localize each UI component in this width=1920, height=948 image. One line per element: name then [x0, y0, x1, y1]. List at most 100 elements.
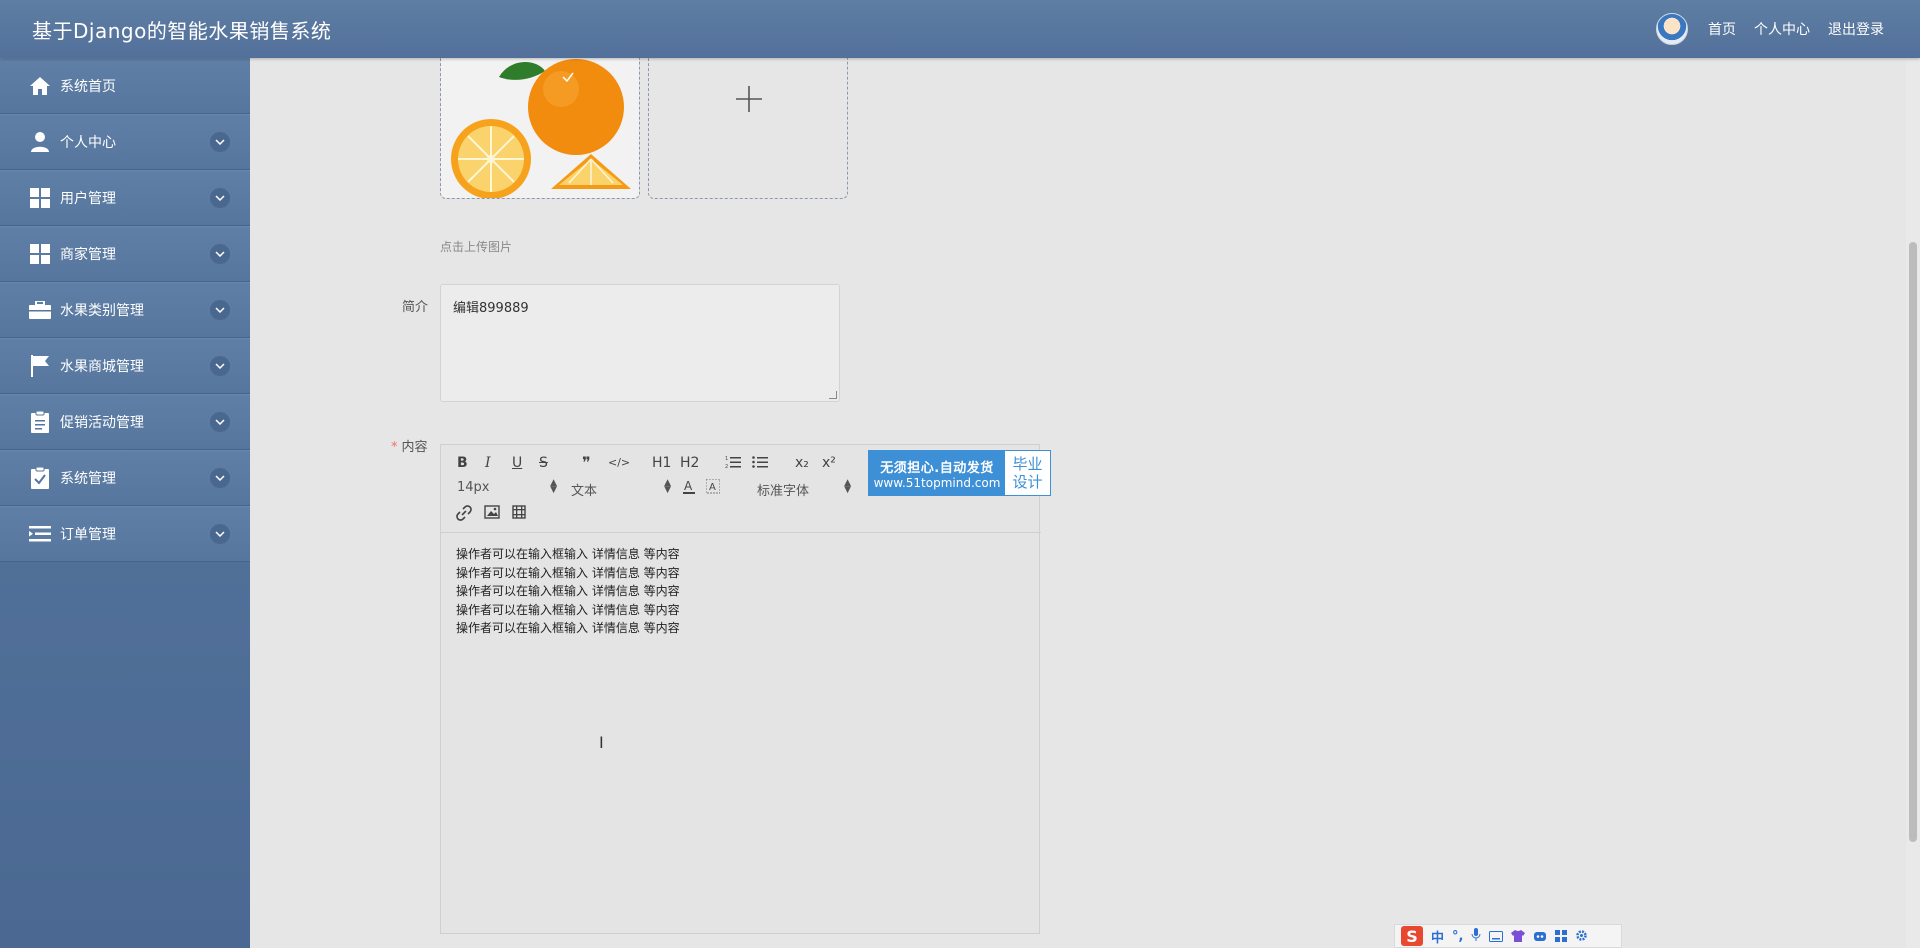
ime-punct[interactable]: °,: [1452, 929, 1463, 944]
font-family-select[interactable]: 标准字体 ▲ ▼: [757, 479, 851, 500]
ordered-list-icon[interactable]: 12: [725, 455, 741, 473]
keyboard-icon[interactable]: [1489, 927, 1504, 946]
text-cursor-icon: I: [599, 733, 604, 752]
content-line: 操作者可以在输入框输入 详情信息 等内容: [456, 584, 680, 598]
text-color-icon[interactable]: A: [682, 479, 696, 499]
robot-icon[interactable]: [1533, 927, 1547, 946]
sidebar-item-users[interactable]: 用户管理: [0, 170, 250, 226]
intro-label: 简介: [402, 300, 429, 315]
select-arrows-icon: ▲ ▼: [664, 478, 671, 495]
sidebar: 系统首页 个人中心 用户管理 商家管理 水果类别管理 水果商城管理 促销活动管理…: [0, 58, 250, 948]
content-line: 操作者可以在输入框输入 详情信息 等内容: [456, 547, 680, 561]
nav-home-link[interactable]: 首页: [1708, 19, 1736, 39]
sidebar-item-orders[interactable]: 订单管理: [0, 506, 250, 562]
link-icon[interactable]: [456, 505, 472, 525]
watermark-left: 无须担心.自动发货 www.51topmind.com: [869, 451, 1005, 495]
content-label-text: 内容: [401, 440, 428, 455]
resize-grip-icon[interactable]: [829, 391, 837, 399]
flag-icon: [28, 354, 52, 378]
sidebar-item-fruit-category[interactable]: 水果类别管理: [0, 282, 250, 338]
sidebar-item-fruit-mall[interactable]: 水果商城管理: [0, 338, 250, 394]
italic-button[interactable]: I: [485, 455, 491, 471]
chevron-down-icon[interactable]: [210, 468, 230, 488]
chevron-down-icon[interactable]: [210, 524, 230, 544]
avatar[interactable]: [1656, 13, 1688, 45]
sidebar-item-label: 系统管理: [60, 471, 116, 487]
sidebar-item-label: 个人中心: [60, 135, 116, 151]
watermark-right1: 毕业: [1012, 455, 1043, 473]
content-label: * 内容: [391, 436, 428, 455]
microphone-icon[interactable]: [1471, 927, 1481, 946]
grid-icon: [28, 242, 52, 266]
video-icon[interactable]: [512, 505, 526, 523]
sidebar-item-merchants[interactable]: 商家管理: [0, 226, 250, 282]
underline-button[interactable]: U: [512, 455, 522, 471]
top-header: 基于Django的智能水果销售系统 首页 个人中心 退出登录: [0, 0, 1920, 58]
content-line: 操作者可以在输入框输入 详情信息 等内容: [456, 621, 680, 635]
font-size-select[interactable]: 14px ▲ ▼: [457, 478, 557, 496]
sogou-logo-icon[interactable]: S: [1401, 926, 1423, 946]
briefcase-icon: [28, 298, 52, 322]
h1-button[interactable]: H1: [652, 455, 671, 471]
h2-button[interactable]: H2: [680, 455, 699, 471]
format-value: 文本: [571, 484, 598, 499]
uploaded-image-card[interactable]: [440, 48, 640, 199]
sidebar-item-label: 水果商城管理: [60, 359, 144, 375]
sidebar-item-profile[interactable]: 个人中心: [0, 114, 250, 170]
chevron-down-icon[interactable]: [210, 412, 230, 432]
skin-icon[interactable]: [1511, 927, 1526, 946]
quote-button[interactable]: ❞: [582, 453, 591, 472]
sidebar-item-label: 商家管理: [60, 247, 116, 263]
scrollbar-thumb[interactable]: [1909, 242, 1917, 842]
orange-fruit-image: [441, 49, 639, 198]
svg-text:A: A: [684, 479, 693, 493]
sidebar-item-label: 订单管理: [60, 527, 116, 543]
nav-profile-link[interactable]: 个人中心: [1754, 19, 1810, 39]
grid-icon: [28, 186, 52, 210]
background-color-icon[interactable]: A: [705, 478, 721, 499]
ime-mode[interactable]: 中: [1431, 927, 1444, 946]
home-icon: [28, 74, 52, 98]
watermark-line2: www.51topmind.com: [873, 475, 1001, 490]
apps-grid-icon[interactable]: [1555, 927, 1568, 946]
sidebar-item-label: 用户管理: [60, 191, 116, 207]
sidebar-item-promotion[interactable]: 促销活动管理: [0, 394, 250, 450]
strike-button[interactable]: S: [539, 455, 548, 471]
watermark-right2: 设计: [1012, 473, 1043, 491]
chevron-down-icon[interactable]: [210, 356, 230, 376]
page-scrollbar[interactable]: [1906, 58, 1920, 948]
format-select[interactable]: 文本 ▲ ▼: [571, 478, 671, 500]
sidebar-item-label: 系统首页: [60, 79, 116, 95]
editor-content[interactable]: 操作者可以在输入框输入 详情信息 等内容 操作者可以在输入框输入 详情信息 等内…: [456, 545, 680, 638]
watermark-banner: 无须担心.自动发货 www.51topmind.com 毕业 设计: [868, 450, 1051, 496]
svg-text:1: 1: [725, 456, 728, 462]
watermark-right: 毕业 设计: [1005, 451, 1050, 495]
gear-icon[interactable]: [1575, 927, 1588, 946]
chevron-down-icon[interactable]: [210, 244, 230, 264]
content-line: 操作者可以在输入框输入 详情信息 等内容: [456, 602, 680, 617]
add-image-button[interactable]: [648, 48, 848, 199]
sidebar-item-label: 促销活动管理: [60, 415, 144, 431]
select-arrows-icon: ▲ ▼: [550, 478, 557, 495]
chevron-down-icon[interactable]: [210, 300, 230, 320]
bullet-list-icon[interactable]: [752, 455, 768, 473]
sidebar-item-home[interactable]: 系统首页: [0, 58, 250, 114]
chevron-down-icon[interactable]: [210, 188, 230, 208]
subscript-button[interactable]: x₂: [795, 455, 809, 471]
nav-logout-link[interactable]: 退出登录: [1828, 19, 1884, 39]
superscript-button[interactable]: x²: [822, 455, 836, 471]
bold-button[interactable]: B: [457, 455, 468, 471]
svg-text:2: 2: [725, 464, 728, 469]
main-content: 点击上传图片 简介 编辑899889 * 内容 B I U S ❞ </> H1 …: [250, 48, 1906, 948]
sidebar-item-system[interactable]: 系统管理: [0, 450, 250, 506]
content-line: 操作者可以在输入框输入 详情信息 等内容: [456, 565, 680, 580]
intro-textarea[interactable]: 编辑899889: [440, 284, 840, 402]
code-button[interactable]: </>: [608, 456, 630, 469]
chevron-down-icon[interactable]: [210, 132, 230, 152]
upload-tip: 点击上传图片: [440, 240, 513, 254]
list-icon: [28, 522, 52, 546]
checklist-icon: [28, 466, 52, 490]
rich-text-editor: B I U S ❞ </> H1 H2 12 x₂ x² 14px ▲ ▼ 文本 …: [440, 444, 1041, 934]
plus-icon: [736, 86, 762, 112]
image-icon[interactable]: [484, 505, 500, 523]
